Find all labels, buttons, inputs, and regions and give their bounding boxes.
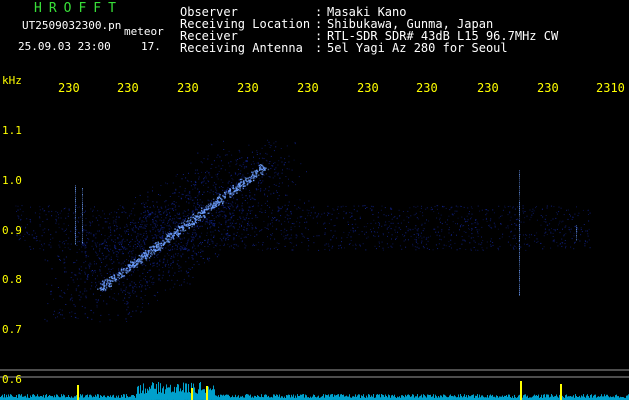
spectrogram-display: [0, 139, 629, 400]
signal-level-bar: [0, 381, 629, 400]
y-tick-1-0: 1.0: [2, 174, 22, 187]
y-tick-0-6: 0.6: [2, 373, 22, 386]
x-tick-9: 230: [537, 81, 559, 95]
y-tick-0-9: 0.9: [2, 224, 22, 237]
y-tick-1-1: 1.1: [2, 124, 22, 137]
x-tick-8: 230: [477, 81, 499, 95]
x-tick-3: 230: [177, 81, 199, 95]
x-tick-10: 2310: [596, 81, 625, 95]
x-tick-2: 230: [117, 81, 139, 95]
antenna-label: Receiving Antenna: [180, 41, 303, 55]
x-tick-4: 230: [237, 81, 259, 95]
interference-spikes: [75, 170, 577, 296]
x-tick-1: 230: [58, 81, 80, 95]
date-time: 25.09.03 23:00: [18, 40, 111, 53]
antenna-value: 5el Yagi Az 280 for Seoul: [327, 41, 508, 55]
app-logo: HROFFT: [34, 1, 123, 16]
y-tick-0-8: 0.8: [2, 273, 22, 286]
y-tick-0-7: 0.7: [2, 323, 22, 336]
x-tick-7: 230: [416, 81, 438, 95]
antenna-colon: :: [315, 41, 323, 55]
meteor-trace: [97, 164, 270, 291]
file-name: UT2509032300.pn: [22, 19, 122, 32]
frame-number: 17.: [141, 40, 161, 53]
y-axis-unit: kHz: [2, 74, 22, 87]
x-tick-6: 230: [357, 81, 379, 95]
file-name-suffix: meteor: [124, 25, 164, 38]
noise-layer: [15, 139, 591, 323]
x-tick-5: 230: [297, 81, 319, 95]
